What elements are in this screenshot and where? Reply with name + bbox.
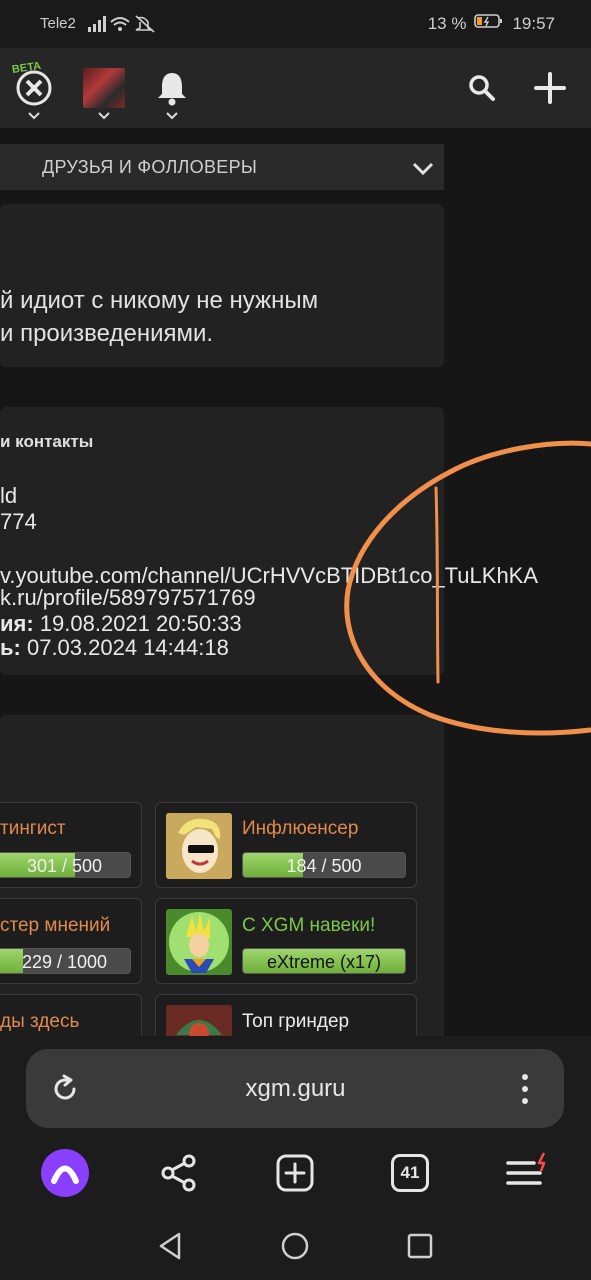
menu-button[interactable] (498, 1146, 552, 1200)
vk-link[interactable]: k.ru/profile/589797571769 (0, 585, 256, 611)
more-vertical-icon[interactable] (516, 1072, 534, 1106)
alice-icon (41, 1149, 89, 1197)
search-icon (469, 75, 495, 101)
registered-row: ия: 19.08.2021 20:50:33 (0, 611, 242, 637)
url-text[interactable]: xgm.guru (0, 1075, 591, 1103)
last-visit-value: 07.03.2024 14:44:18 (20, 635, 229, 660)
achievement-title: Топ гриндер (242, 1011, 350, 1032)
hamburger-menu-icon (506, 1152, 546, 1185)
achievement-image-xgm-forever (166, 909, 232, 975)
battery-icon (474, 13, 504, 34)
clock: 19:57 (512, 13, 555, 33)
alice-assistant-button[interactable] (38, 1146, 92, 1200)
achievement-title: С XGM навеки! (242, 915, 376, 936)
signal-icon (86, 14, 166, 39)
contact-line-1: ld (0, 483, 18, 508)
progress-text: 229 / 1000 (21, 952, 108, 972)
achievement-title: стер мнений (0, 915, 111, 936)
recents-button[interactable] (400, 1226, 440, 1266)
status-right: 13 % 19:57 (428, 13, 555, 34)
profile-menu-button[interactable] (74, 48, 134, 128)
status-bar: Tele2 13 % 19:57 (0, 0, 591, 48)
handdrawn-annotation (344, 440, 591, 736)
last-visit-row: ь: 07.03.2024 14:44:18 (0, 635, 229, 661)
bell-icon (158, 73, 186, 106)
achievement-progress: 184 / 500 (242, 852, 406, 878)
about-line-2: и произведениями. (0, 320, 214, 347)
tabs-counter-icon: 41 (391, 1154, 429, 1192)
tab-friends-followers[interactable]: ДРУЗЬЯ И ФОЛЛОВЕРЫ (42, 157, 257, 178)
last-visit-label: ь: (0, 635, 21, 660)
share-button[interactable] (152, 1146, 206, 1200)
achievement-progress: 301 / 500 (0, 852, 131, 878)
site-navbar: BETA (0, 48, 591, 128)
progress-text: 301 / 500 (26, 856, 103, 876)
xgm-menu-button[interactable]: BETA (4, 48, 64, 128)
achievement-title: тингист (0, 818, 66, 839)
recents-icon (407, 1233, 433, 1259)
achievement-progress: eXtreme (x17) (242, 948, 406, 974)
chevron-down-icon (166, 112, 178, 120)
create-button[interactable] (520, 48, 580, 128)
new-tab-button[interactable] (268, 1146, 322, 1200)
tabs-button[interactable]: 41 (383, 1146, 437, 1200)
avatar (83, 68, 125, 108)
chevron-down-icon (98, 112, 110, 120)
add-tab-icon (276, 1154, 314, 1192)
achievement-progress: 229 / 1000 (0, 948, 131, 974)
notifications-button[interactable] (142, 48, 202, 128)
chevron-down-icon[interactable] (412, 162, 434, 176)
chevron-down-icon (28, 112, 40, 120)
contacts-title: и контакты (0, 432, 94, 451)
back-button[interactable] (150, 1226, 190, 1266)
achievement-image-influencer (166, 813, 232, 879)
achievement-title: Инфлюенсер (242, 818, 359, 839)
carrier-label: Tele2 (40, 15, 76, 32)
registered-value: 19.08.2021 20:50:33 (33, 611, 242, 636)
progress-text: 184 / 500 (286, 856, 362, 876)
search-button[interactable] (452, 48, 512, 128)
plus-icon (534, 72, 566, 104)
share-icon (161, 1154, 196, 1192)
progress-text: eXtreme (x17) (266, 952, 382, 972)
back-icon (159, 1232, 181, 1260)
contact-line-2: 774 (0, 509, 37, 534)
achievement-title: ды здесь (0, 1011, 80, 1032)
registered-label: ия: (0, 611, 34, 636)
tabs-count: 41 (400, 1163, 420, 1182)
home-button[interactable] (275, 1226, 315, 1266)
about-line-1: й идиот с никому не нужным (0, 287, 319, 314)
battery-percent: 13 % (427, 13, 467, 33)
home-icon (281, 1232, 309, 1260)
